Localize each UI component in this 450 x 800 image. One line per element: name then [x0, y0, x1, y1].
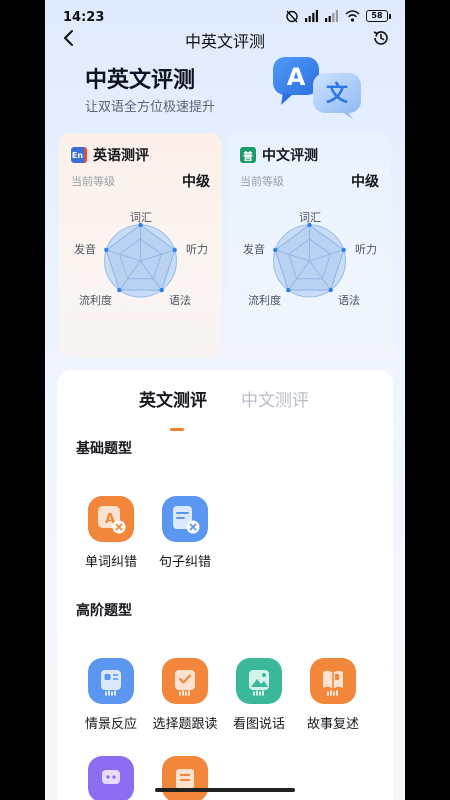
axis-label-grammar: 语法 — [169, 294, 191, 307]
level-value: 中级 — [182, 174, 210, 190]
card-header: En 英语测评 — [71, 145, 149, 165]
tab-english[interactable]: 英文测评 — [139, 386, 207, 411]
tile-partial-text[interactable] — [148, 756, 222, 800]
axis-label-listening: 听力 — [355, 243, 377, 256]
tile-label: 句子纠错 — [158, 555, 211, 570]
scenario-response-icon — [88, 658, 134, 704]
hero-subtitle: 让双语全方位极速提升 — [85, 100, 216, 115]
axis-label-pronunciation: 发音 — [243, 243, 265, 256]
axis-label-pronunciation: 发音 — [74, 243, 96, 256]
tile-word-correction[interactable]: A 单词纠错 — [74, 496, 148, 570]
battery-icon: 58 — [366, 10, 391, 22]
tile-label: 故事复述 — [306, 717, 359, 732]
signal-icon — [305, 10, 318, 22]
axis-label-vocabulary: 词汇 — [130, 211, 152, 224]
sentence-correction-icon — [162, 496, 208, 542]
axis-label-fluency: 流利度 — [79, 294, 112, 307]
picture-talk-icon — [236, 658, 282, 704]
card-title: 英语测评 — [93, 148, 149, 164]
level-label: 当前等级 — [240, 175, 284, 188]
history-button[interactable] — [369, 26, 393, 50]
tile-sentence-correction[interactable]: 句子纠错 — [148, 496, 222, 570]
section-title-advanced: 高阶题型 — [76, 603, 132, 619]
nav-bar: 中英文评测 — [45, 22, 405, 54]
text-icon — [162, 756, 208, 800]
alarm-off-icon — [286, 10, 298, 23]
level-label: 当前等级 — [71, 175, 115, 188]
translate-bubbles-icon: A 文 — [273, 57, 361, 119]
tile-label: 情景反应 — [84, 717, 137, 732]
section-title-basic: 基础题型 — [76, 441, 132, 457]
axis-label-grammar: 语法 — [338, 294, 360, 307]
hero-title: 中英文评测 — [85, 68, 196, 93]
chat-icon — [88, 756, 134, 800]
question-types-panel: 英文测评 中文测评 基础题型 A 单词纠错 句子纠错 高阶题型 情景反应 选择题… — [57, 370, 393, 800]
tile-scenario-response[interactable]: 情景反应 — [74, 658, 148, 732]
tile-story-retell[interactable]: 故事复述 — [296, 658, 370, 732]
tile-label: 看图说话 — [232, 717, 285, 732]
level-value: 中级 — [351, 174, 379, 190]
hero-art-letter-wen: 文 — [326, 81, 349, 107]
tile-choice-read-along[interactable]: 选择题跟读 — [148, 658, 222, 732]
english-badge-icon: En — [71, 147, 87, 163]
card-title: 中文评测 — [262, 148, 318, 164]
word-correction-icon: A — [88, 496, 134, 542]
status-icons: 58 — [285, 9, 391, 23]
hero-art-letter-a: A — [287, 63, 306, 91]
assessment-tabs: 英文测评 中文测评 — [57, 386, 393, 431]
home-indicator[interactable] — [155, 788, 295, 792]
signal-2-icon — [325, 10, 338, 22]
tile-picture-talk[interactable]: 看图说话 — [222, 658, 296, 732]
wifi-icon — [345, 10, 360, 22]
tile-label: 单词纠错 — [84, 555, 137, 570]
mandarin-badge-icon: 普 — [240, 147, 256, 163]
battery-level: 58 — [366, 10, 388, 22]
tile-label: 选择题跟读 — [152, 717, 218, 732]
story-retell-icon — [310, 658, 356, 704]
axis-label-listening: 听力 — [186, 243, 208, 256]
axis-label-fluency: 流利度 — [248, 294, 281, 307]
history-icon — [373, 31, 388, 45]
app-screen: 14:23 58 中英文评测 中英文评测 让双语全方位极速提升 A 文 En 英… — [45, 0, 405, 800]
choice-read-icon — [162, 658, 208, 704]
chinese-assessment-card[interactable]: 普 中文评测 当前等级 中级 词汇 听力 语法 流利度 发音 — [228, 133, 391, 358]
axis-label-vocabulary: 词汇 — [299, 211, 321, 224]
active-tab-indicator — [170, 428, 184, 431]
tile-partial-chat[interactable] — [74, 756, 148, 800]
page-title: 中英文评测 — [184, 32, 265, 51]
tab-chinese[interactable]: 中文测评 — [241, 386, 309, 411]
english-assessment-card[interactable]: En 英语测评 当前等级 中级 词汇 听力 语法 流利度 发音 — [59, 133, 222, 358]
card-header: 普 中文评测 — [240, 145, 318, 165]
